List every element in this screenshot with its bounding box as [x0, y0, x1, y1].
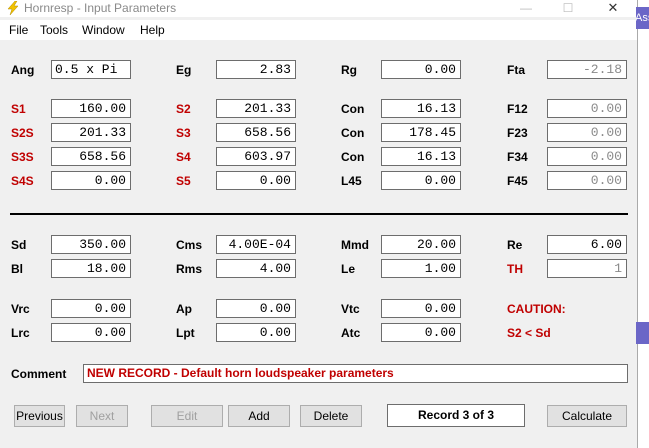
s4s-label: S4S — [11, 174, 34, 188]
con2-label: Con — [341, 126, 365, 140]
eg-label: Eg — [176, 63, 192, 77]
comment-field[interactable]: NEW RECORD - Default horn loudspeaker pa… — [83, 364, 628, 383]
ang-field[interactable]: 0.5 x Pi — [51, 60, 131, 79]
input-parameters-window: Hornresp - Input Parameters — ☐ ✕ File T… — [0, 0, 638, 448]
re-field[interactable]: 6.00 — [547, 235, 627, 254]
th-field: 1 — [547, 259, 627, 278]
s2-label: S2 — [176, 102, 191, 116]
f34-field: 0.00 — [547, 147, 627, 166]
s2s-field[interactable]: 201.33 — [51, 123, 131, 142]
s1-field[interactable]: 160.00 — [51, 99, 131, 118]
vrc-label: Vrc — [11, 302, 30, 316]
edit-button[interactable]: Edit — [151, 405, 223, 427]
vtc-label: Vtc — [341, 302, 360, 316]
f23-field: 0.00 — [547, 123, 627, 142]
fta-field: -2.18 — [547, 60, 627, 79]
s5-field[interactable]: 0.00 — [216, 171, 296, 190]
cms-field[interactable]: 4.00E-04 — [216, 235, 296, 254]
background-window-edge — [638, 0, 649, 448]
lrc-label: Lrc — [11, 326, 30, 340]
cms-label: Cms — [176, 238, 203, 252]
menu-window[interactable]: Window — [82, 23, 125, 37]
con3-label: Con — [341, 150, 365, 164]
lpt-field[interactable]: 0.00 — [216, 323, 296, 342]
s3-label: S3 — [176, 126, 191, 140]
menu-bar: File Tools Window Help — [0, 20, 637, 40]
menu-file[interactable]: File — [9, 23, 28, 37]
s3s-label: S3S — [11, 150, 34, 164]
section-divider — [10, 213, 628, 215]
mmd-label: Mmd — [341, 238, 369, 252]
sd-label: Sd — [11, 238, 27, 252]
next-button[interactable]: Next — [76, 405, 128, 427]
menu-tools[interactable]: Tools — [40, 23, 68, 37]
f45-field: 0.00 — [547, 171, 627, 190]
f12-label: F12 — [507, 102, 528, 116]
add-button[interactable]: Add — [228, 405, 290, 427]
menu-help[interactable]: Help — [140, 23, 165, 37]
record-indicator: Record 3 of 3 — [387, 404, 525, 427]
l45-label: L45 — [341, 174, 362, 188]
fta-label: Fta — [507, 63, 525, 77]
bl-label: Bl — [11, 262, 23, 276]
comment-label: Comment — [11, 367, 67, 381]
f45-label: F45 — [507, 174, 528, 188]
caution-message: S2 < Sd — [507, 326, 551, 340]
title-bar[interactable]: Hornresp - Input Parameters — ☐ ✕ — [0, 0, 637, 17]
background-window-accent — [636, 322, 649, 344]
rg-label: Rg — [341, 63, 357, 77]
s2s-label: S2S — [11, 126, 34, 140]
le-label: Le — [341, 262, 356, 276]
sd-field[interactable]: 350.00 — [51, 235, 131, 254]
f34-label: F34 — [507, 150, 528, 164]
ap-field[interactable]: 0.00 — [216, 299, 296, 318]
con3-field[interactable]: 16.13 — [381, 147, 461, 166]
atc-field[interactable]: 0.00 — [381, 323, 461, 342]
rms-field[interactable]: 4.00 — [216, 259, 296, 278]
eg-field[interactable]: 2.83 — [216, 60, 296, 79]
previous-button[interactable]: Previous — [14, 405, 65, 427]
delete-button[interactable]: Delete — [300, 405, 362, 427]
s1-label: S1 — [11, 102, 26, 116]
caution-title: CAUTION: — [507, 302, 566, 316]
con1-label: Con — [341, 102, 365, 116]
app-lightning-icon — [7, 1, 19, 15]
th-label: TH — [507, 262, 523, 276]
f23-label: F23 — [507, 126, 528, 140]
con1-field[interactable]: 16.13 — [381, 99, 461, 118]
s4-label: S4 — [176, 150, 191, 164]
maximize-button[interactable]: ☐ — [550, 0, 586, 17]
minimize-button[interactable]: — — [508, 0, 544, 17]
background-window-title[interactable]: Ass — [636, 7, 649, 29]
close-button[interactable]: ✕ — [595, 0, 631, 17]
s3s-field[interactable]: 658.56 — [51, 147, 131, 166]
re-label: Re — [507, 238, 523, 252]
rg-field[interactable]: 0.00 — [381, 60, 461, 79]
s4s-field[interactable]: 0.00 — [51, 171, 131, 190]
mmd-field[interactable]: 20.00 — [381, 235, 461, 254]
s3-field[interactable]: 658.56 — [216, 123, 296, 142]
vtc-field[interactable]: 0.00 — [381, 299, 461, 318]
le-field[interactable]: 1.00 — [381, 259, 461, 278]
f12-field: 0.00 — [547, 99, 627, 118]
lrc-field[interactable]: 0.00 — [51, 323, 131, 342]
ang-label: Ang — [11, 63, 35, 77]
ap-label: Ap — [176, 302, 192, 316]
vrc-field[interactable]: 0.00 — [51, 299, 131, 318]
bl-field[interactable]: 18.00 — [51, 259, 131, 278]
calculate-button[interactable]: Calculate — [547, 405, 627, 427]
window-title: Hornresp - Input Parameters — [24, 1, 177, 15]
s5-label: S5 — [176, 174, 191, 188]
s4-field[interactable]: 603.97 — [216, 147, 296, 166]
l45-field[interactable]: 0.00 — [381, 171, 461, 190]
rms-label: Rms — [176, 262, 203, 276]
lpt-label: Lpt — [176, 326, 195, 340]
s2-field[interactable]: 201.33 — [216, 99, 296, 118]
atc-label: Atc — [341, 326, 361, 340]
con2-field[interactable]: 178.45 — [381, 123, 461, 142]
